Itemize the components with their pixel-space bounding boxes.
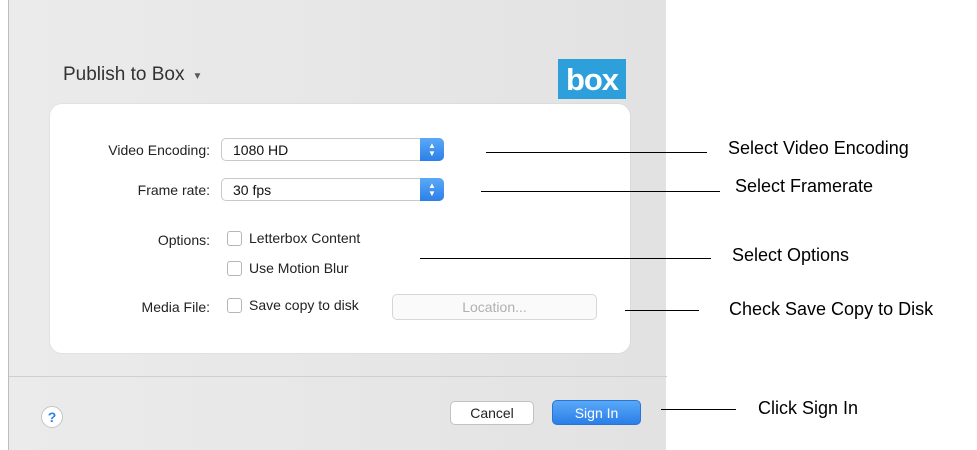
callout-save-copy: Check Save Copy to Disk [729, 299, 934, 319]
save-copy-checkbox[interactable]: Save copy to disk [227, 297, 359, 313]
letterbox-checkbox[interactable]: Letterbox Content [227, 230, 360, 246]
cancel-button[interactable]: Cancel [450, 401, 534, 425]
video-encoding-value: 1080 HD [233, 141, 289, 158]
callout-encoding: Select Video Encoding [728, 138, 909, 158]
frame-rate-select[interactable]: 30 fps ▲ ▼ [221, 178, 444, 201]
motion-blur-label: Use Motion Blur [249, 260, 349, 276]
location-button[interactable]: Location... [392, 294, 597, 320]
chevron-down-icon: ▼ [192, 71, 203, 82]
letterbox-label: Letterbox Content [249, 230, 361, 246]
checkbox-box [227, 297, 242, 313]
dialog-title: Publish to Box [63, 64, 185, 85]
up-down-arrows-icon: ▲ ▼ [420, 178, 444, 201]
frame-rate-value: 30 fps [233, 181, 272, 198]
callout-framerate: Select Framerate [735, 176, 874, 196]
publish-destination-menu[interactable]: Publish to Box ▼ [63, 64, 202, 86]
up-down-arrows-icon: ▲ ▼ [420, 138, 444, 161]
save-copy-label: Save copy to disk [249, 297, 359, 313]
callout-line-sign-in [661, 409, 736, 410]
sign-in-button[interactable]: Sign In [552, 400, 641, 425]
publish-dialog: Publish to Box ▼ box Video Encoding: 108… [8, 0, 667, 450]
video-encoding-label: Video Encoding: [108, 142, 210, 158]
box-logo: box [558, 59, 626, 99]
callout-line-options [420, 258, 711, 259]
settings-panel: Video Encoding: 1080 HD ▲ ▼ Frame rate: 3… [50, 104, 630, 353]
callout-line-save-copy [625, 310, 699, 311]
checkbox-box [227, 260, 242, 276]
motion-blur-checkbox[interactable]: Use Motion Blur [227, 260, 349, 276]
frame-rate-label: Frame rate: [137, 182, 210, 198]
options-label: Options: [157, 232, 210, 248]
callout-line-framerate [481, 191, 720, 192]
media-file-label: Media File: [141, 299, 210, 315]
help-button[interactable]: ? [41, 406, 63, 428]
footer-divider [9, 376, 667, 377]
callout-sign-in: Click Sign In [758, 398, 859, 418]
checkbox-box [227, 230, 242, 246]
callout-options: Select Options [732, 245, 850, 265]
callout-line-encoding [486, 152, 707, 153]
screenshot-stage: Publish to Box ▼ box Video Encoding: 108… [0, 0, 977, 450]
video-encoding-select[interactable]: 1080 HD ▲ ▼ [221, 138, 444, 161]
